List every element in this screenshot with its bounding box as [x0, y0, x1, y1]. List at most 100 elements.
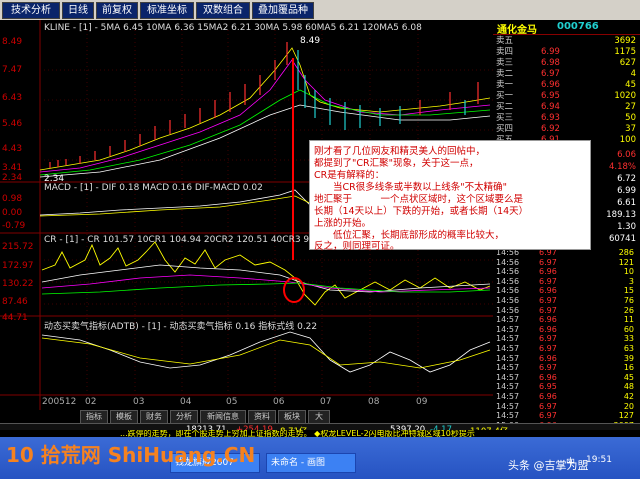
order-row[interactable]: 买二 6.94 27 [493, 102, 640, 113]
annotation-box: 刚才看了几位网友和精灵美人的回帖中， 都提到了"CR汇聚"现象，关于这一点， C… [309, 140, 591, 252]
stock-title-bar: 通化金马 000766 [493, 20, 640, 36]
bottom-tab-7[interactable]: 大 [308, 410, 330, 424]
order-volume: 100 [619, 135, 636, 145]
sentiment-header: 动态买卖气指标(ADTB) - [1] - 动态买卖气指标 0.16 指标式线 … [44, 322, 318, 332]
date-3: 04 [180, 397, 192, 407]
order-row[interactable]: 卖二 6.97 4 [493, 69, 640, 80]
tab-overlay[interactable]: 叠加覆品种 [252, 2, 314, 19]
bottom-tab-5[interactable]: 资料 [248, 410, 276, 424]
trade-volume: 286 [618, 248, 634, 257]
order-row[interactable]: 卖四 6.99 1175 [493, 47, 640, 58]
trade-volume: 121 [618, 257, 634, 267]
date-1: 02 [85, 397, 97, 407]
trade-row: 14:56 6.97 76 [493, 296, 640, 306]
order-row[interactable]: 买三 6.93 50 [493, 113, 640, 124]
trade-time: 14:57 [496, 392, 520, 401]
trade-price: 6.97 [539, 334, 557, 344]
stat-value: 60741 [608, 234, 636, 244]
trade-row: 14:56 6.97 26 [493, 306, 640, 316]
trade-price: 6.97 [539, 276, 557, 286]
trade-row: 14:56 6.97 3 [493, 277, 640, 287]
date-8: 09 [416, 397, 428, 407]
task-paint[interactable]: 未命名 - 画图 [266, 453, 356, 473]
watermark-logo: 10 拾荒网 ShiHuang.CN [6, 443, 256, 467]
cr-header: CR - [1] - CR 101.57 10CR1 104.94 20CR2 … [44, 235, 330, 245]
y-price-2: 6.43 [2, 93, 23, 103]
trade-time: 14:57 [496, 372, 520, 382]
bottom-tab-2[interactable]: 财务 [140, 410, 168, 424]
date-7: 08 [368, 397, 380, 407]
trade-volume: 48 [623, 382, 634, 392]
order-volume: 627 [619, 58, 636, 68]
tab-adjust[interactable]: 前复权 [96, 2, 138, 19]
trade-price: 6.96 [539, 324, 557, 334]
trade-price: 6.96 [539, 353, 557, 363]
tab-technical-analysis[interactable]: 技术分析 [2, 2, 60, 19]
top-toolbar: 技术分析 日线 前复权 标准坐标 双数组合 叠加覆品种 [0, 0, 640, 21]
order-row[interactable]: 买四 6.92 37 [493, 124, 640, 135]
trade-price: 6.97 [539, 344, 557, 353]
bottom-tab-6[interactable]: 板块 [278, 410, 306, 424]
date-6: 07 [320, 397, 332, 407]
bottom-tab-0[interactable]: 指标 [80, 410, 108, 424]
order-price: 6.98 [541, 58, 560, 68]
cr-y-2: 130.22 [2, 279, 34, 289]
y-price-3: 5.46 [2, 119, 23, 129]
date-4: 05 [226, 397, 238, 407]
trade-price: 6.96 [539, 372, 557, 382]
order-label: 卖四 [496, 47, 514, 57]
y-price-0: 8.49 [2, 37, 23, 47]
stat-value: 6.61 [617, 198, 636, 208]
order-price: 6.97 [541, 69, 560, 79]
trade-row: 14:57 6.97 63 [493, 344, 640, 354]
trade-time: 14:57 [496, 411, 520, 421]
order-row[interactable]: 买一 6.95 1020 [493, 91, 640, 102]
trade-time: 14:57 [496, 382, 520, 392]
trade-row: 14:57 6.95 48 [493, 382, 640, 392]
trade-volume: 11 [623, 315, 634, 325]
trade-time: 14:57 [496, 353, 520, 363]
tab-coordinate[interactable]: 标准坐标 [140, 2, 194, 19]
order-volume: 37 [625, 124, 636, 134]
bottom-tab-3[interactable]: 分析 [170, 410, 198, 424]
trade-volume: 15 [623, 286, 634, 296]
order-price: 6.94 [541, 102, 560, 112]
trade-time: 14:56 [496, 276, 520, 286]
trade-price: 6.97 [539, 401, 557, 411]
order-label: 卖二 [496, 69, 514, 79]
trade-volume: 42 [623, 392, 634, 401]
order-label: 买二 [496, 102, 514, 112]
stat-value: 6.06 [617, 150, 636, 160]
order-price: 6.93 [541, 113, 560, 123]
y-price-6: 2.34 [2, 173, 23, 183]
trade-time: 14:57 [496, 324, 520, 334]
trade-row: 14:57 6.97 127 [493, 411, 640, 421]
tab-daily[interactable]: 日线 [62, 2, 94, 19]
trade-price: 6.97 [539, 305, 557, 315]
tab-combo[interactable]: 双数组合 [196, 2, 250, 19]
trade-row: 14:56 6.97 121 [493, 258, 640, 268]
order-row[interactable]: 卖三 6.98 627 [493, 58, 640, 69]
trade-row: 14:56 6.96 10 [493, 267, 640, 277]
order-row[interactable]: 卖五 3692 [493, 36, 640, 47]
date-2: 03 [133, 397, 145, 407]
trade-row: 14:57 6.96 39 [493, 354, 640, 364]
trade-time: 14:56 [496, 296, 520, 305]
order-label: 买四 [496, 124, 514, 134]
cr-y-4: 44.71 [2, 313, 28, 323]
bottom-tab-1[interactable]: 模板 [110, 410, 138, 424]
trade-volume: 45 [623, 372, 634, 382]
bottom-tab-4[interactable]: 新闻信息 [200, 410, 246, 424]
trade-price: 6.97 [539, 257, 557, 267]
peak-label: 8.49 [300, 36, 321, 46]
order-label: 卖一 [496, 80, 514, 90]
macd-y-0: 0.98 [2, 194, 23, 204]
trade-time: 14:57 [496, 363, 520, 373]
order-price: 6.99 [541, 47, 560, 57]
trade-time: 14:56 [496, 305, 520, 315]
order-label: 买三 [496, 113, 514, 123]
cr-y-3: 87.46 [2, 297, 28, 307]
order-volume: 4 [630, 69, 636, 79]
order-row[interactable]: 卖一 6.96 45 [493, 80, 640, 91]
clock: 19:51 [586, 455, 612, 465]
